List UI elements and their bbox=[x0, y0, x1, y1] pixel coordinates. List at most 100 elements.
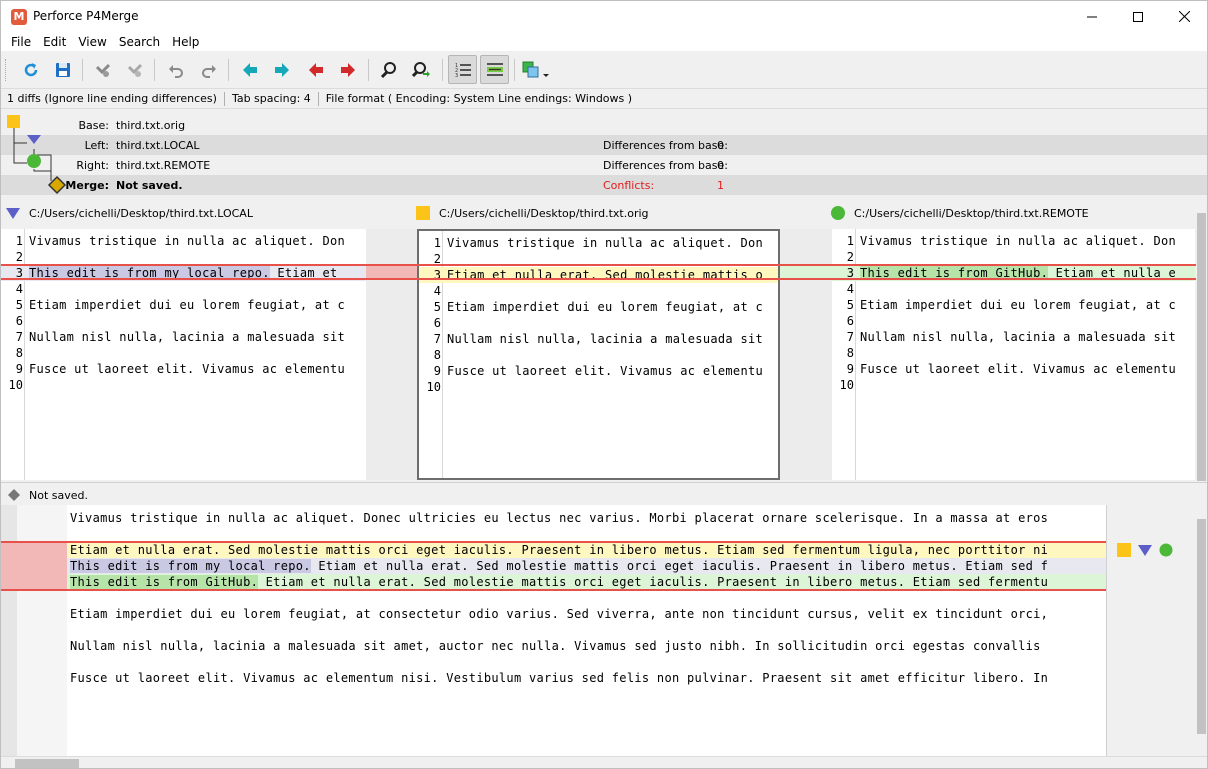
code-line: 7 Nullam nisl nulla, lacinia a malesuada … bbox=[1, 329, 366, 345]
close-button[interactable] bbox=[1161, 1, 1207, 32]
undo-icon bbox=[169, 65, 183, 78]
merge-line bbox=[67, 590, 1106, 606]
line-number: 8 bbox=[846, 346, 854, 360]
merge-horizontal-thumb[interactable] bbox=[15, 759, 79, 768]
code-line: 9 Fusce ut laoreet elit. Vivamus ac eleme… bbox=[1, 361, 366, 377]
line-content: Fusce ut laoreet elit. Vivamus ac elemen… bbox=[860, 362, 1177, 376]
merge-result-pane[interactable]: Vivamus tristique in nulla ac aliquet. D… bbox=[1, 505, 1196, 756]
line-numbers-icon: 123 bbox=[455, 63, 471, 79]
choose-base-icon[interactable] bbox=[1117, 543, 1131, 557]
prev-conflict-icon bbox=[309, 63, 323, 77]
line-numbers-toggle[interactable]: 123 bbox=[448, 55, 477, 84]
find-next-button[interactable] bbox=[408, 57, 434, 83]
line-text: Etiam imperdiet dui eu lorem feugiat, at… bbox=[29, 298, 345, 312]
toolbar: 123 bbox=[1, 52, 1207, 87]
line-text: Fusce ut laoreet elit. Vivamus ac elemen… bbox=[29, 362, 345, 376]
prev-diff-button[interactable] bbox=[237, 57, 263, 83]
prev-conflict-button[interactable] bbox=[303, 57, 329, 83]
local-icon bbox=[27, 135, 41, 144]
line-number: 1 bbox=[846, 234, 854, 248]
code-line: 8 bbox=[419, 347, 778, 363]
toolbar-grip bbox=[5, 59, 8, 81]
code-line: 6 bbox=[1, 313, 366, 329]
remote-icon bbox=[831, 206, 845, 220]
merge-line: Fusce ut laoreet elit. Vivamus ac elemen… bbox=[67, 670, 1106, 686]
maximize-button[interactable] bbox=[1115, 1, 1161, 32]
line-number: 2 bbox=[15, 250, 23, 264]
code-line: 9 Fusce ut laoreet elit. Vivamus ac eleme… bbox=[419, 363, 778, 379]
code-line: 1 Vivamus tristique in nulla ac aliquet. … bbox=[419, 235, 778, 251]
redo-button[interactable] bbox=[196, 57, 222, 83]
code-line: 2 bbox=[832, 249, 1195, 265]
line-number: 8 bbox=[15, 346, 23, 360]
merge-file-row: Merge: Not saved. Conflicts: 1 bbox=[1, 175, 1207, 195]
merge-horizontal-scrollbar[interactable] bbox=[1, 756, 1207, 768]
status-separator bbox=[317, 91, 319, 106]
undo-button[interactable] bbox=[163, 57, 189, 83]
menu-search[interactable]: Search bbox=[113, 35, 166, 49]
menu-file[interactable]: File bbox=[5, 35, 37, 49]
merge-header: Not saved. bbox=[1, 486, 1207, 504]
save-button[interactable] bbox=[50, 57, 76, 83]
local-icon bbox=[6, 208, 20, 219]
code-line: 7 Nullam nisl nulla, lacinia a malesuada … bbox=[832, 329, 1195, 345]
layout-dropdown[interactable] bbox=[519, 57, 553, 83]
line-content: Fusce ut laoreet elit. Vivamus ac elemen… bbox=[70, 671, 1049, 685]
merge-vertical-thumb[interactable] bbox=[1197, 519, 1206, 734]
line-text: Vivamus tristique in nulla ac aliquet. D… bbox=[29, 234, 345, 248]
line-text: Nullam nisl nulla, lacinia a malesuada s… bbox=[860, 330, 1176, 344]
line-number: 5 bbox=[846, 298, 854, 312]
redo-icon bbox=[202, 65, 216, 78]
line-number: 10 bbox=[426, 380, 441, 394]
code-line: 5 Etiam imperdiet dui eu lorem feugiat, a… bbox=[832, 297, 1195, 313]
conflict-resolution-choices bbox=[1117, 543, 1173, 557]
conflict-count: 1 bbox=[717, 179, 724, 192]
menu-view[interactable]: View bbox=[72, 35, 112, 49]
line-content: Nullam nisl nulla, lacinia a malesuada s… bbox=[860, 330, 1177, 344]
menu-edit[interactable]: Edit bbox=[37, 35, 72, 49]
next-conflict-button[interactable] bbox=[335, 57, 361, 83]
merge-conflict-outline bbox=[1, 541, 1106, 591]
next-diff-button[interactable] bbox=[269, 57, 295, 83]
unmark-button[interactable] bbox=[122, 57, 148, 83]
line-content: Etiam imperdiet dui eu lorem feugiat, at… bbox=[860, 298, 1177, 312]
show-diffs-toggle[interactable] bbox=[480, 55, 509, 84]
line-number: 8 bbox=[433, 348, 441, 362]
upper-scrollbar-thumb[interactable] bbox=[1197, 213, 1206, 481]
mark-button[interactable] bbox=[90, 57, 116, 83]
merge-vertical-scrollbar[interactable] bbox=[1196, 505, 1207, 756]
line-number: 9 bbox=[433, 364, 441, 378]
status-separator bbox=[223, 91, 225, 106]
upper-scrollbar[interactable] bbox=[1196, 201, 1207, 486]
merge-line: Nullam nisl nulla, lacinia a malesuada s… bbox=[67, 638, 1106, 654]
line-number: 6 bbox=[846, 314, 854, 328]
toolbar-separator bbox=[228, 59, 229, 81]
find-button[interactable] bbox=[376, 57, 402, 83]
code-line: 10 bbox=[1, 377, 366, 393]
merge-line bbox=[67, 654, 1106, 670]
code-line: 1 Vivamus tristique in nulla ac aliquet. … bbox=[1, 233, 366, 249]
code-line: 7 Nullam nisl nulla, lacinia a malesuada … bbox=[419, 331, 778, 347]
refresh-icon bbox=[24, 63, 38, 77]
choose-remote-icon[interactable] bbox=[1159, 543, 1173, 557]
line-text: Vivamus tristique in nulla ac aliquet. D… bbox=[447, 236, 763, 250]
tab-spacing: Tab spacing: 4 bbox=[231, 92, 311, 105]
base-icon bbox=[416, 206, 430, 220]
line-number: 5 bbox=[15, 298, 23, 312]
merge-line-text: Nullam nisl nulla, lacinia a malesuada s… bbox=[70, 639, 1041, 653]
minimize-icon bbox=[1087, 16, 1097, 17]
choose-local-icon[interactable] bbox=[1137, 543, 1153, 557]
line-number: 7 bbox=[433, 332, 441, 346]
minimize-button[interactable] bbox=[1069, 1, 1115, 32]
right-pane-path: C:/Users/cichelli/Desktop/third.txt.REMO… bbox=[854, 206, 1089, 220]
code-line: 4 bbox=[1, 281, 366, 297]
line-content: Fusce ut laoreet elit. Vivamus ac elemen… bbox=[447, 364, 764, 378]
line-content: Etiam imperdiet dui eu lorem feugiat, at… bbox=[70, 607, 1049, 621]
menu-help[interactable]: Help bbox=[166, 35, 205, 49]
line-content: Etiam imperdiet dui eu lorem feugiat, at… bbox=[447, 300, 764, 314]
line-number: 9 bbox=[846, 362, 854, 376]
info-bar: 1 diffs (Ignore line ending differences)… bbox=[1, 88, 1207, 109]
refresh-button[interactable] bbox=[18, 57, 44, 83]
layout-icon bbox=[522, 61, 549, 78]
code-line: 9 Fusce ut laoreet elit. Vivamus ac eleme… bbox=[832, 361, 1195, 377]
